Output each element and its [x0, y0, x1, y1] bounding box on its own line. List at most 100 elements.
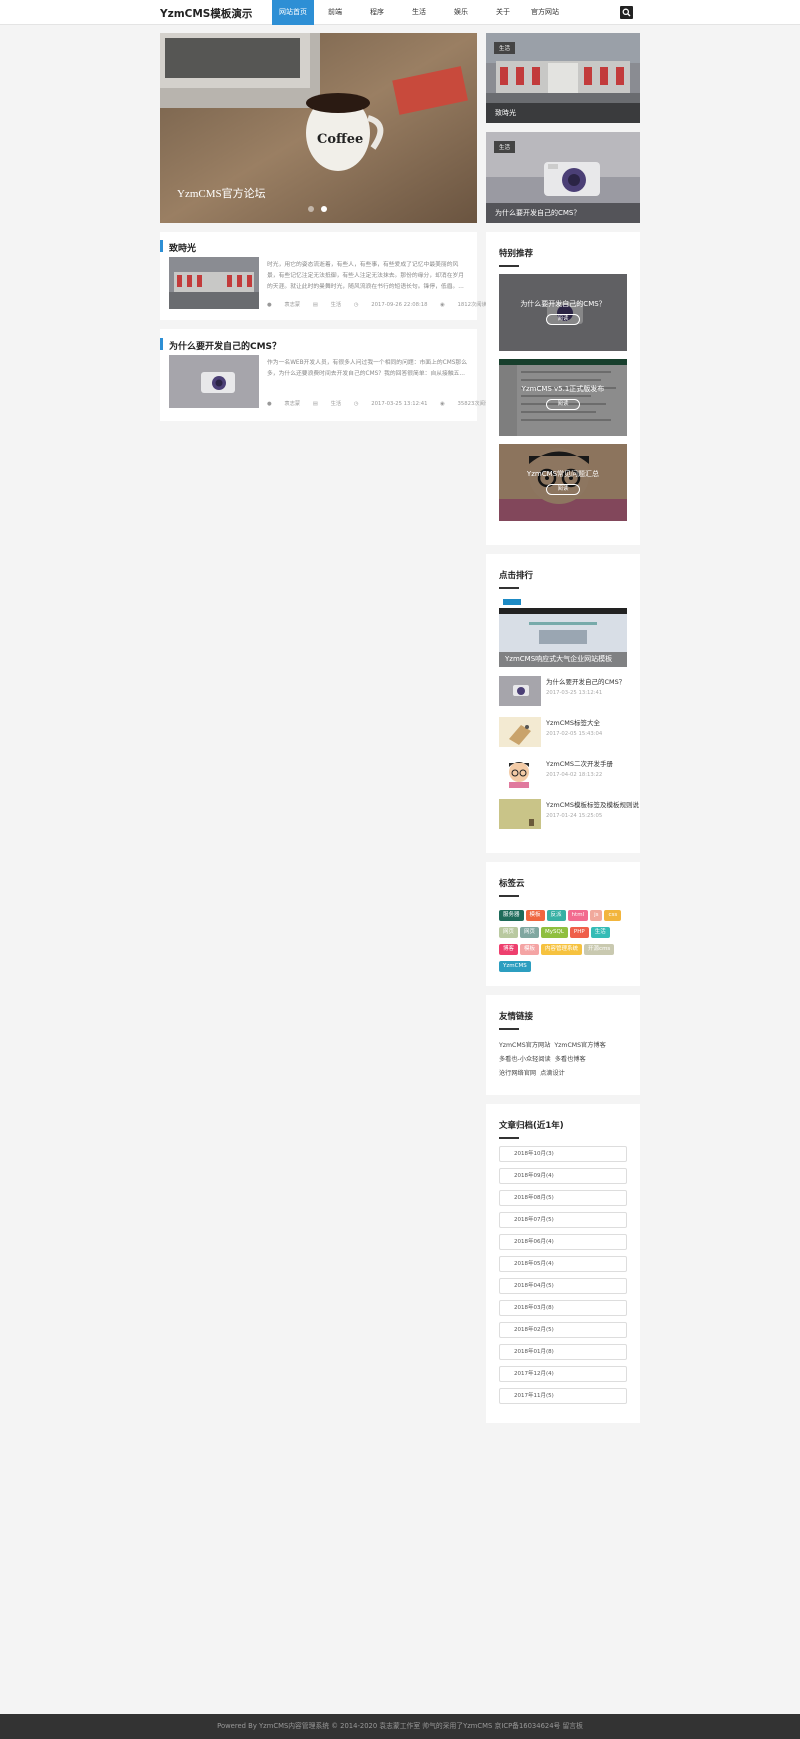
archive-item[interactable]: 2017年12月(4) [499, 1366, 627, 1382]
recommend-item[interactable]: YzmCMS常见问题汇总 阅读 [499, 444, 627, 521]
article-category[interactable]: 生活 [331, 401, 342, 407]
tag-item[interactable]: 模板 [520, 944, 540, 955]
read-button[interactable]: 阅读 [546, 314, 580, 325]
tag-item[interactable]: 博客 [499, 944, 519, 955]
nav-item-about[interactable]: 关于 [482, 0, 524, 25]
hero-slider[interactable]: Coffee YzmCMS官方论坛 [160, 33, 477, 223]
archive-item[interactable]: 2018年01月(8) [499, 1344, 627, 1360]
ranking-thumbnail[interactable] [499, 676, 541, 706]
category-badge[interactable]: 生活 [494, 42, 516, 54]
article-author: 袁志蒙 [284, 401, 301, 407]
article-thumbnail[interactable] [169, 355, 259, 408]
category-icon: ▤ [312, 401, 320, 407]
friend-link[interactable]: YzmCMS官方网站 [499, 1042, 550, 1049]
recommend-item[interactable]: 为什么要开发自己的CMS？ 阅读 [499, 274, 627, 351]
search-icon[interactable] [620, 6, 633, 19]
tag-item[interactable]: 网页 [499, 927, 519, 938]
ranking-item-title[interactable]: 为什么要开发自己的CMS？ [546, 676, 625, 686]
tag-item[interactable]: 反派 [546, 910, 566, 921]
tag-item[interactable]: 开源cms [584, 944, 615, 955]
ranking-item-date: 2017-04-02 18:13:22 [546, 772, 603, 778]
nav-item-official[interactable]: 官方网站 [524, 0, 566, 25]
ranking-item[interactable]: YzmCMS二次开发手册 2017-04-02 18:13:22 [499, 758, 627, 790]
recommend-item-title[interactable]: YzmCMS常见问题汇总 [499, 469, 627, 479]
nav-item-entertainment[interactable]: 娱乐 [440, 0, 482, 25]
article-author: 袁志蒙 [284, 302, 301, 308]
article-thumbnail[interactable] [169, 257, 259, 309]
slider-caption[interactable]: YzmCMS官方论坛 [177, 185, 266, 201]
ranking-item-title[interactable]: YzmCMS模板标签及模板规则说 [546, 799, 639, 809]
slider-dot-active[interactable] [321, 206, 327, 212]
friend-link[interactable]: 多看也博客 [555, 1056, 586, 1063]
tag-item[interactable]: 内容管理系统 [541, 944, 583, 955]
archive-item[interactable]: 2018年07月(5) [499, 1212, 627, 1228]
top-card-title[interactable]: 为什么要开发自己的CMS？ [486, 203, 640, 223]
tagcloud-panel: 标签云 服务器 模板 反派 html js css网页 网页 MySQL PHP 生活博客 模板 内容… [486, 862, 640, 986]
ranking-thumbnail[interactable] [499, 717, 541, 747]
ranking-item[interactable]: YzmCMS模板标签及模板规则说 2017-01-24 15:25:05 [499, 799, 639, 831]
tag-item[interactable]: 模板 [525, 910, 545, 921]
read-button[interactable]: 阅读 [546, 399, 580, 410]
article-card: 致時光 时光，用它的姿态流逝着，有些人，有些事，有些爱成了记忆中最美丽的风景，有… [159, 232, 487, 320]
ranking-item[interactable]: YzmCMS标签大全 2017-02-05 15:43:04 [499, 717, 627, 749]
ranking-featured-title[interactable]: YzmCMS响应式大气企业网站模板 [499, 652, 627, 667]
ranking-thumbnail[interactable] [499, 799, 541, 829]
tag-item[interactable]: MySQL [541, 927, 568, 938]
read-button[interactable]: 阅读 [546, 484, 580, 495]
nav-item-frontend[interactable]: 前端 [314, 0, 356, 25]
article-meta: ● 袁志蒙 ▤ 生活 ◷ 2017-03-25 13:12:41 ◉ 35823… [267, 399, 501, 407]
friend-link[interactable]: 点滴设计 [540, 1070, 565, 1077]
archive-item[interactable]: 2017年11月(5) [499, 1388, 627, 1404]
template-illustration [499, 799, 541, 829]
ranking-item-title[interactable]: YzmCMS标签大全 [546, 717, 600, 727]
archive-item[interactable]: 2018年04月(5) [499, 1278, 627, 1294]
recommend-title: 特别推荐 [499, 249, 534, 267]
nav-item-program[interactable]: 程序 [356, 0, 398, 25]
friend-link[interactable]: 多看也-小众轻阅读 [499, 1056, 551, 1063]
site-footer: Powered By YzmCMS内容管理系统 © 2014-2020 袁志蒙工… [0, 1714, 800, 1739]
tag-illustration [499, 717, 541, 747]
ranking-panel: 点击排行 YzmCMS响应式大气企业网站模板 为什么要开发自己的CMS？ 201… [486, 554, 640, 853]
article-title[interactable]: 为什么要开发自己的CMS？ [159, 338, 281, 352]
article-title[interactable]: 致時光 [159, 240, 196, 254]
tag-item[interactable]: YzmCMS [499, 961, 531, 972]
recommend-item-title[interactable]: YzmCMS v5.1正式版发布 [499, 384, 627, 394]
archive-item[interactable]: 2018年02月(5) [499, 1322, 627, 1338]
ranking-thumbnail[interactable] [499, 758, 541, 788]
friend-link[interactable]: YzmCMS官方博客 [554, 1042, 605, 1049]
article-category[interactable]: 生活 [331, 302, 342, 308]
tag-item[interactable]: js [590, 910, 603, 921]
tag-item[interactable]: html [567, 910, 589, 921]
nav-item-home[interactable]: 网站首页 [272, 0, 314, 25]
tag-item[interactable]: PHP [569, 927, 589, 938]
camera-photo [499, 676, 541, 706]
recommend-overlay [499, 274, 627, 351]
tag-item[interactable]: 生活 [590, 927, 610, 938]
archive-item[interactable]: 2018年09月(4) [499, 1168, 627, 1184]
category-badge[interactable]: 生活 [494, 141, 516, 153]
tag-item[interactable]: 网页 [520, 927, 540, 938]
archive-item[interactable]: 2018年03月(8) [499, 1300, 627, 1316]
tag-item[interactable]: css [604, 910, 622, 921]
archive-item[interactable]: 2018年10月(3) [499, 1146, 627, 1162]
recommend-overlay [499, 444, 627, 521]
author-icon: ● [267, 401, 274, 407]
friend-link[interactable]: 沧行网络官网 [499, 1070, 536, 1077]
slider-dot[interactable] [308, 206, 314, 212]
tag-item[interactable]: 服务器 [499, 910, 524, 921]
friend-link-list: YzmCMS官方网站 YzmCMS官方博客 多看也-小众轻阅读 多看也博客 沧行网络… [499, 1039, 629, 1081]
top-card[interactable]: 生活 为什么要开发自己的CMS？ [486, 132, 640, 223]
site-logo[interactable]: YzmCMS模板演示 [160, 6, 252, 21]
recommend-item-title[interactable]: 为什么要开发自己的CMS？ [499, 299, 627, 309]
nav-item-life[interactable]: 生活 [398, 0, 440, 25]
archive-item[interactable]: 2018年05月(4) [499, 1256, 627, 1272]
recommend-item[interactable]: YzmCMS v5.1正式版发布 阅读 [499, 359, 627, 436]
archive-item[interactable]: 2018年08月(5) [499, 1190, 627, 1206]
top-card[interactable]: 生活 致時光 [486, 33, 640, 123]
top-card-title[interactable]: 致時光 [486, 103, 640, 123]
ranking-item[interactable]: 为什么要开发自己的CMS？ 2017-03-25 13:12:41 [499, 676, 627, 708]
article-summary: 时光，用它的姿态流逝着，有些人，有些事，有些爱成了记忆中最美丽的风景，有些记忆注… [267, 262, 465, 290]
ranking-item-title[interactable]: YzmCMS二次开发手册 [546, 758, 613, 768]
ranking-featured[interactable]: YzmCMS响应式大气企业网站模板 [499, 596, 627, 667]
archive-item[interactable]: 2018年06月(4) [499, 1234, 627, 1250]
